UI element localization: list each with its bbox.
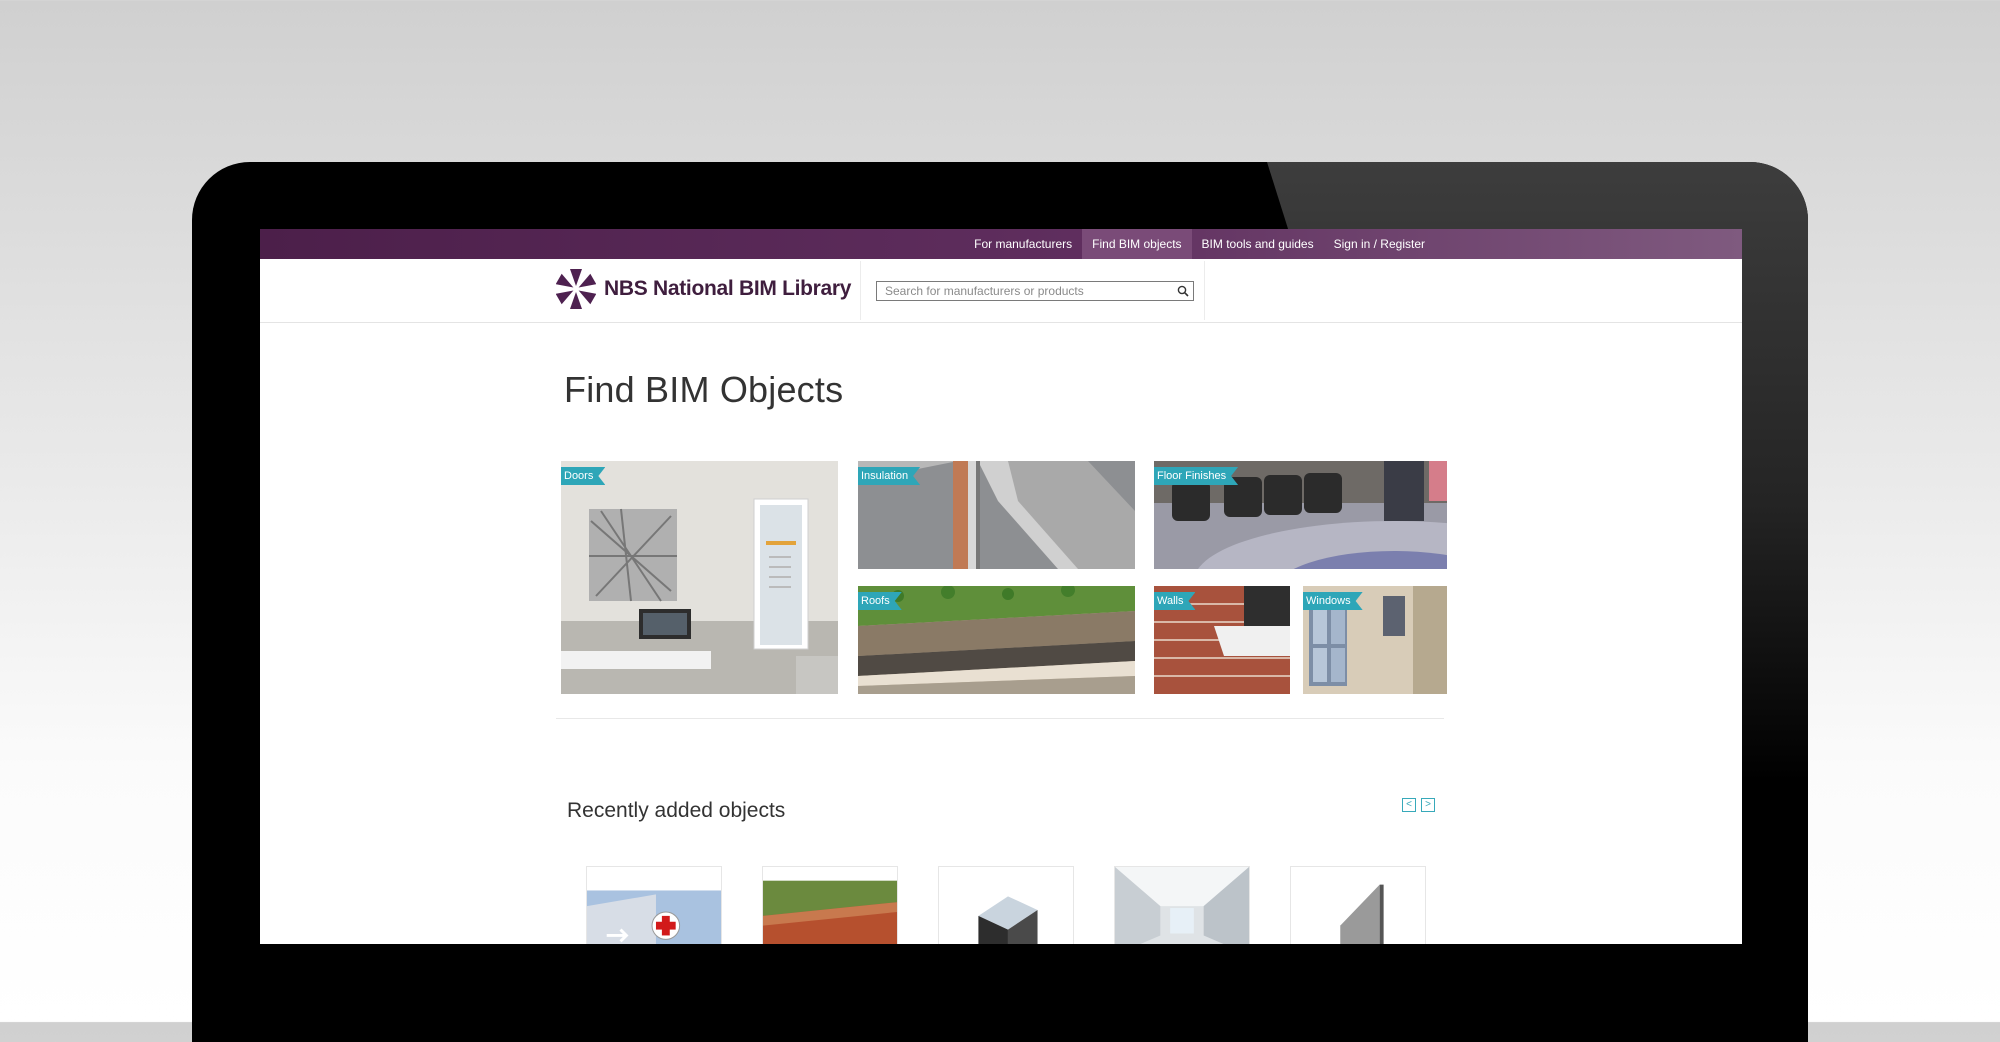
recent-object-card[interactable]	[586, 866, 722, 944]
site-logo[interactable]: NBS National BIM Library	[556, 267, 851, 311]
nav-sign-in-register[interactable]: Sign in / Register	[1324, 229, 1435, 259]
search-input[interactable]	[877, 283, 1173, 299]
category-tile-walls[interactable]: Walls	[1154, 586, 1290, 694]
category-tag-windows: Windows	[1303, 592, 1363, 610]
site-header: NBS National BIM Library	[260, 259, 1742, 323]
recently-added-title: Recently added objects	[567, 799, 786, 822]
category-tile-floor-finishes[interactable]: Floor Finishes	[1154, 461, 1447, 569]
category-tag-insulation: Insulation	[858, 467, 920, 485]
nav-for-manufacturers[interactable]: For manufacturers	[964, 229, 1082, 259]
corridor-thumbnail	[1115, 867, 1249, 944]
search-box	[876, 281, 1194, 301]
carousel-prev-button[interactable]: <	[1402, 798, 1416, 812]
category-tile-windows[interactable]: Windows	[1303, 586, 1447, 694]
top-bar: For manufacturers Find BIM objects BIM t…	[260, 229, 1742, 259]
page-title: Find BIM Objects	[564, 369, 844, 410]
nav-find-bim-objects[interactable]: Find BIM objects	[1082, 229, 1192, 259]
recent-object-card[interactable]	[1114, 866, 1250, 944]
recent-object-card[interactable]	[1290, 866, 1426, 944]
roofs-image	[858, 586, 1135, 694]
nav-bim-tools-and-guides[interactable]: BIM tools and guides	[1192, 229, 1324, 259]
header-divider	[860, 261, 861, 320]
category-tile-roofs[interactable]: Roofs	[858, 586, 1135, 694]
panel-thumbnail	[1291, 867, 1425, 944]
search-icon[interactable]	[1173, 285, 1193, 297]
category-tile-doors[interactable]: Doors	[561, 461, 838, 694]
category-tile-insulation[interactable]: Insulation	[858, 461, 1135, 569]
paving-thumbnail	[763, 867, 897, 944]
rooflight-thumbnail	[939, 867, 1073, 944]
browser-screen: For manufacturers Find BIM objects BIM t…	[260, 229, 1742, 944]
logo-text: NBS National BIM Library	[604, 277, 852, 300]
carousel-next-button[interactable]: >	[1421, 798, 1435, 812]
recent-object-card[interactable]	[762, 866, 898, 944]
section-divider	[556, 718, 1444, 719]
recent-object-card[interactable]	[938, 866, 1074, 944]
header-divider	[1204, 261, 1205, 320]
top-nav: For manufacturers Find BIM objects BIM t…	[964, 229, 1435, 259]
hospital-sign-thumbnail	[587, 867, 721, 944]
category-tag-floor-finishes: Floor Finishes	[1154, 467, 1238, 485]
doors-image	[561, 461, 838, 694]
nbs-logo-icon	[556, 269, 596, 309]
